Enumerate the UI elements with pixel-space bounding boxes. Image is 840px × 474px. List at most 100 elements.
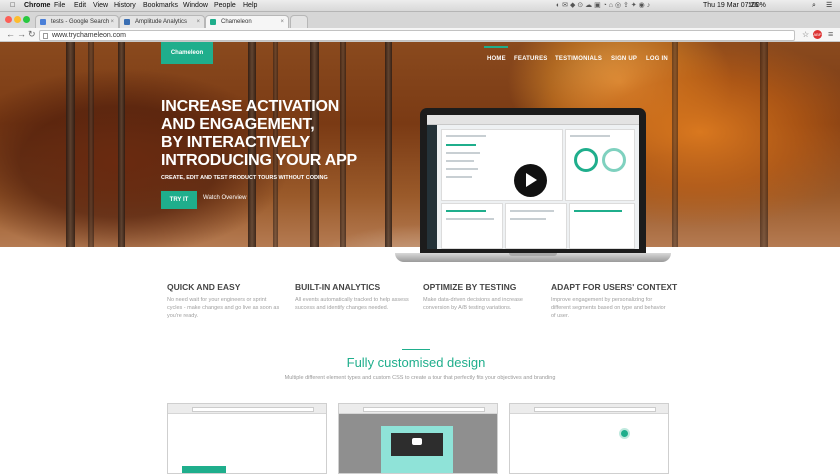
menu-view[interactable]: View [93,1,108,10]
screenshot-line [446,152,480,154]
nav-log-in[interactable]: LOG IN [646,56,668,62]
thumbnail-play-icon [412,438,422,445]
abp-icon[interactable]: ABP [813,30,822,39]
clock[interactable]: Thu 19 Mar 07:26 [703,1,758,10]
screenshot-card [569,203,635,249]
nav-active-indicator [484,46,508,48]
watch-overview-link[interactable]: Watch Overview [203,195,246,201]
screenshot-donut [574,148,598,172]
search-icon[interactable]: ⌕ [812,1,816,10]
section-title: Fully customised design [346,355,486,370]
hero-headline: INCREASE ACTIVATION AND ENGAGEMENT, BY I… [161,98,401,170]
hero-subheading: CREATE, EDIT AND TEST PRODUCT TOURS WITH… [161,175,328,181]
screenshot-card [505,203,567,249]
screenshot-line [446,135,486,137]
screenshot-line [574,210,622,212]
feature-title: ADAPT FOR USERS' CONTEXT [551,282,678,292]
screenshot-donut [602,148,626,172]
url-text: www.trychameleon.com [52,32,126,39]
tree-trunk [672,42,678,247]
example-thumbnail[interactable] [338,403,498,474]
menu-window[interactable]: Window [183,1,208,10]
menu-edit[interactable]: Edit [74,1,86,10]
close-tab-icon[interactable]: × [110,16,114,28]
amplitude-favicon-icon [124,19,130,25]
screenshot-line [446,160,474,162]
screenshot-line [446,168,478,170]
laptop-notch [509,253,557,256]
screenshot-line [510,218,546,220]
back-icon[interactable]: ← [6,29,15,40]
os-menubar:  Chrome File Edit View History Bookmark… [0,0,840,12]
feature-desc: Make data-driven decisions and increase … [423,297,523,311]
nav-home[interactable]: HOME [487,56,506,62]
tree-trunk [88,42,94,247]
close-window-icon[interactable] [5,16,12,23]
nav-features[interactable]: FEATURES [514,56,548,62]
menu-help[interactable]: Help [243,1,257,10]
nav-testimonials[interactable]: TESTIMONIALS [555,56,602,62]
menu-file[interactable]: File [54,1,65,10]
forward-icon[interactable]: → [17,29,26,40]
headline-line: AND ENGAGEMENT, [161,116,315,133]
tree-trunk [118,42,125,247]
screenshot-card [441,203,503,249]
tab-label: Chameleon [221,19,252,25]
thumbnail-modal [381,426,453,473]
screenshot-browser-bar [427,115,639,125]
screenshot-line [446,218,494,220]
tree-trunk [66,42,75,247]
headline-line: INTRODUCING YOUR APP [161,152,358,169]
menu-people[interactable]: People [214,1,236,10]
minimize-window-icon[interactable] [14,16,21,23]
tab-amplitude[interactable]: Amplitude Analytics × [119,15,205,28]
chrome-menu-icon[interactable]: ≡ [828,29,833,40]
close-tab-icon[interactable]: × [280,16,284,28]
feature-title: BUILT-IN ANALYTICS [295,282,381,292]
browser-tab-strip: tests - Google Search × Amplitude Analyt… [0,12,840,28]
close-tab-icon[interactable]: × [196,16,200,28]
tab-chameleon[interactable]: Chameleon × [205,15,289,28]
bookmark-star-icon[interactable]: ☆ [802,29,809,40]
screenshot-card [441,129,563,201]
status-icons[interactable]: ◐ ✉ ◆ ⊙ ☁ ▣ ◔ ⌂ ◎ ⇪ ✦ ◉ ♪ [556,1,650,10]
reload-icon[interactable]: ↻ [28,29,36,40]
screenshot-line [446,144,476,146]
page-icon [43,33,48,39]
menu-bookmarks[interactable]: Bookmarks [143,1,178,10]
headline-line: BY INTERACTIVELY [161,134,310,151]
list-icon[interactable]: ☰ [826,1,832,10]
feature-desc: All events automatically tracked to help… [295,297,409,311]
section-subtitle: Multiple different element types and cus… [284,375,556,381]
example-thumbnail[interactable] [509,403,669,474]
feature-desc: No need wait for your engineers or sprin… [167,297,280,319]
nav-sign-up[interactable]: SIGN UP [611,56,637,62]
feature-title: OPTIMIZE BY TESTING [423,282,517,292]
thumbnail-browser-bar [168,404,326,414]
chameleon-favicon-icon [210,19,216,25]
section-divider [402,349,430,350]
screenshot-line [446,176,472,178]
apple-menu-icon[interactable]:  [10,1,15,10]
headline-line: INCREASE ACTIVATION [161,98,340,115]
address-bar[interactable]: www.trychameleon.com [39,30,795,41]
feature-title: QUICK AND EASY [167,282,241,292]
tab-label: tests - Google Search [51,19,110,25]
thumbnail-green-button [182,466,226,473]
tree-trunk [760,42,768,247]
try-it-button[interactable]: TRY IT [161,191,197,209]
feature-desc: Improve engagement by personalizing for … [551,297,666,319]
zoom-window-icon[interactable] [23,16,30,23]
example-thumbnail[interactable] [167,403,327,474]
new-tab-button[interactable] [290,15,308,28]
screenshot-card [565,129,635,201]
play-icon[interactable] [526,173,537,187]
thumbnail-browser-bar [510,404,668,414]
menu-chrome[interactable]: Chrome [24,1,50,10]
tab-google-search[interactable]: tests - Google Search × [35,15,119,28]
menu-history[interactable]: History [114,1,136,10]
screenshot-sidebar [427,125,437,249]
screenshot-line [446,210,486,212]
thumbnail-browser-bar [339,404,497,414]
brand-logo[interactable]: Chameleon [161,42,213,64]
